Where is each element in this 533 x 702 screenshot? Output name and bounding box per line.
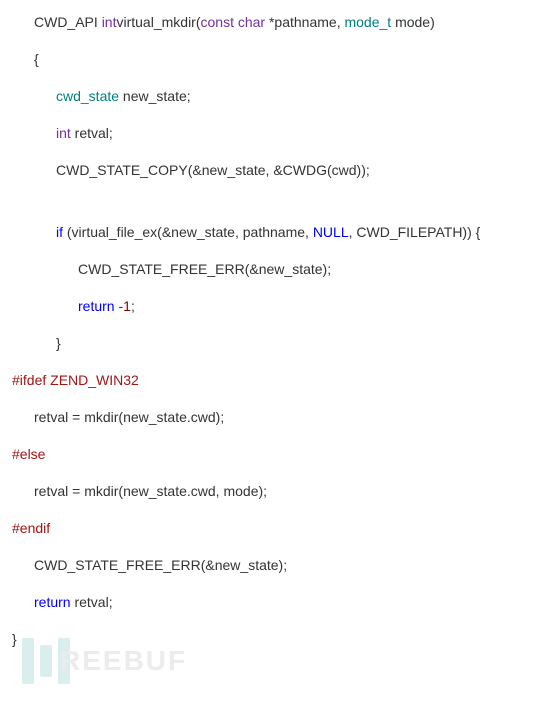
- code-line: }: [12, 333, 533, 354]
- code-line: retval = mkdir(new_state.cwd);: [12, 407, 533, 428]
- code-token: 1: [123, 298, 131, 314]
- code-token: ;: [131, 298, 135, 314]
- code-line: CWD_STATE_COPY(&new_state, &CWDG(cwd));: [12, 160, 533, 181]
- code-line: cwd_state new_state;: [12, 86, 533, 107]
- code-token: virtual_mkdir(: [116, 14, 200, 30]
- code-token: }: [56, 335, 61, 351]
- code-line: #else: [12, 444, 533, 465]
- watermark-text: REEBUF: [60, 645, 187, 677]
- code-token: int: [56, 125, 71, 141]
- code-token: mode): [391, 14, 435, 30]
- code-token: CWD_API: [34, 14, 102, 30]
- code-token: NULL: [313, 224, 349, 240]
- code-token: const: [201, 14, 234, 30]
- code-line: int retval;: [12, 123, 533, 144]
- code-token: (virtual_file_ex(&new_state, pathname,: [63, 224, 313, 240]
- code-token: mode_t: [344, 14, 391, 30]
- code-line: retval = mkdir(new_state.cwd, mode);: [12, 481, 533, 502]
- code-token: char: [238, 14, 265, 30]
- code-line: return retval;: [12, 592, 533, 613]
- watermark: REEBUF: [22, 638, 187, 684]
- code-token: }: [12, 631, 17, 647]
- code-token: #endif: [12, 520, 50, 536]
- code-token: #else: [12, 446, 45, 462]
- code-token: if: [56, 224, 63, 240]
- code-token: new_state;: [119, 88, 191, 104]
- code-line: {: [12, 49, 533, 70]
- code-token: retval = mkdir(new_state.cwd);: [34, 409, 224, 425]
- code-token: #ifdef ZEND_WIN32: [12, 372, 139, 388]
- code-token: , CWD_FILEPATH)) {: [349, 224, 481, 240]
- code-block: CWD_API intvirtual_mkdir(const char *pat…: [0, 12, 533, 650]
- code-token: cwd_state: [56, 88, 119, 104]
- code-line: CWD_STATE_FREE_ERR(&new_state);: [12, 259, 533, 280]
- code-token: return: [34, 594, 71, 610]
- code-token: retval;: [71, 594, 113, 610]
- code-line: CWD_STATE_FREE_ERR(&new_state);: [12, 555, 533, 576]
- code-line: #ifdef ZEND_WIN32: [12, 370, 533, 391]
- code-line: if (virtual_file_ex(&new_state, pathname…: [12, 222, 533, 243]
- code-line: return -1;: [12, 296, 533, 317]
- code-token: retval = mkdir(new_state.cwd, mode);: [34, 483, 267, 499]
- code-token: -: [115, 298, 124, 314]
- code-token: {: [34, 51, 39, 67]
- code-line: [12, 197, 533, 218]
- code-token: CWD_STATE_FREE_ERR(&new_state);: [78, 261, 331, 277]
- code-line: CWD_API intvirtual_mkdir(const char *pat…: [12, 12, 533, 33]
- code-token: retval;: [71, 125, 113, 141]
- code-token: return: [78, 298, 115, 314]
- code-token: int: [102, 14, 117, 30]
- code-token: CWD_STATE_FREE_ERR(&new_state);: [34, 557, 287, 573]
- code-token: *pathname,: [265, 14, 344, 30]
- code-token: CWD_STATE_COPY(&new_state, &CWDG(cwd));: [56, 162, 370, 178]
- code-line: #endif: [12, 518, 533, 539]
